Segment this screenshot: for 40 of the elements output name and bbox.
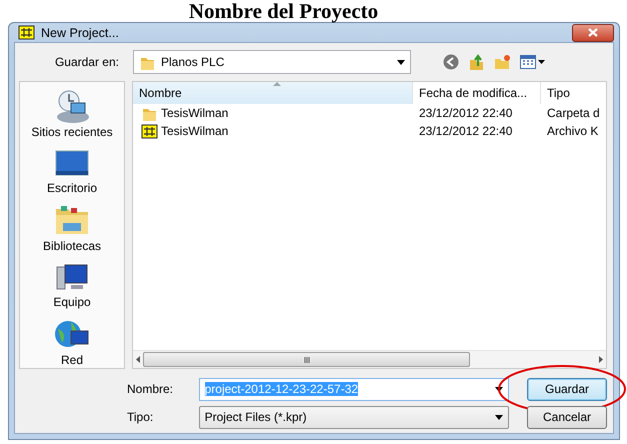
folder-dropdown[interactable]: Planos PLC (133, 50, 411, 74)
window-title: New Project... (41, 26, 120, 40)
scroll-right-icon (599, 356, 603, 363)
dialog-button[interactable]: Cancelar (527, 406, 607, 428)
back-icon (443, 54, 459, 70)
scroll-left-icon (136, 356, 140, 363)
place-item[interactable]: Equipo (51, 260, 93, 310)
view-icon (520, 54, 536, 70)
date-cell-text: 23/12/2012 22:40 (418, 124, 514, 138)
sort-arrow-icon (272, 82, 280, 86)
horizontal-scrollbar[interactable] (133, 350, 606, 368)
close-icon (587, 27, 599, 38)
caret-icon (538, 60, 545, 64)
place-item[interactable]: Bibliotecas (40, 202, 104, 254)
folder-up-icon (468, 54, 485, 70)
dialog-button[interactable]: Guardar (527, 378, 607, 400)
place-item[interactable]: Sitios recientes (29, 86, 115, 140)
field-label: Guardar en: (54, 55, 119, 69)
field-label: Tipo: (127, 410, 154, 424)
place-item[interactable]: Escritorio (44, 146, 99, 196)
library-folder-icon (53, 203, 91, 237)
type-cell-text: Carpeta d (546, 106, 601, 120)
column-header[interactable]: Nombre (133, 82, 413, 104)
file-type-dropdown[interactable]: Project Files (*.kpr) (198, 406, 509, 428)
caret-icon (397, 60, 405, 64)
grip-icon (304, 356, 310, 362)
caret-icon (495, 414, 503, 420)
file-item[interactable]: TesisWilman (137, 122, 232, 140)
date-cell-text: 23/12/2012 22:40 (418, 106, 514, 120)
caret-icon (495, 386, 503, 392)
new-folder-icon (494, 54, 511, 70)
file-item[interactable]: TesisWilman (137, 104, 232, 122)
type-cell-text: Archivo K (546, 124, 600, 138)
view-menu-button[interactable] (520, 54, 545, 70)
grid-icon (18, 24, 35, 41)
caption: Nombre del Proyecto (188, 0, 378, 23)
field-label: Nombre: (127, 382, 174, 396)
close-button[interactable] (572, 24, 614, 42)
grid-icon (141, 122, 158, 140)
place-item[interactable]: Red (51, 316, 93, 368)
